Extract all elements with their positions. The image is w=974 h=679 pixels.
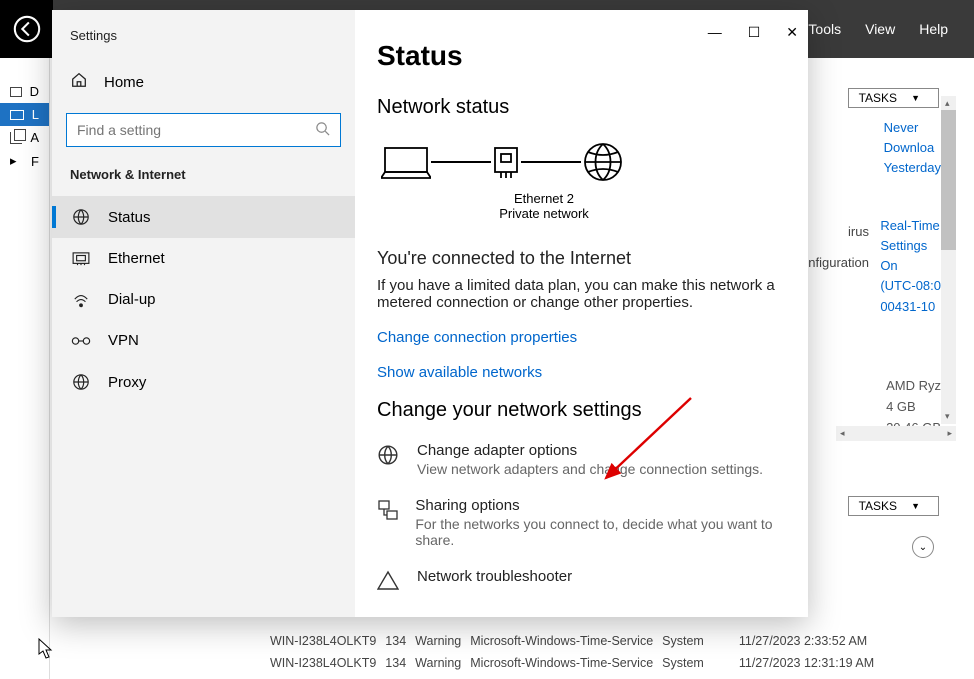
pc-icon bbox=[381, 144, 431, 180]
close-button[interactable]: ✕ bbox=[786, 24, 798, 41]
status-icon bbox=[70, 208, 92, 226]
settings-sidebar: Settings Home Network & Internet Status … bbox=[52, 10, 355, 617]
vpn-icon bbox=[70, 334, 92, 348]
event-table: WIN-I238L4OLKT9134WarningMicrosoft-Windo… bbox=[270, 630, 874, 674]
tasks-button-1[interactable]: TASKS▼ bbox=[848, 88, 939, 108]
dialup-icon bbox=[70, 292, 92, 308]
warning-icon bbox=[377, 568, 401, 595]
table-row[interactable]: WIN-I238L4OLKT9134WarningMicrosoft-Windo… bbox=[270, 652, 874, 674]
section-title: Network status bbox=[377, 96, 788, 119]
sm-nav-local[interactable]: L bbox=[0, 103, 49, 126]
settings-title: Settings bbox=[52, 28, 355, 43]
opt-adapter[interactable]: Change adapter options View network adap… bbox=[377, 442, 788, 477]
search-input[interactable] bbox=[66, 113, 341, 147]
sm-sidebar: D L A ▸F bbox=[0, 58, 50, 679]
page-title: Status bbox=[377, 40, 788, 72]
minimize-button[interactable]: — bbox=[708, 24, 722, 41]
back-button[interactable] bbox=[0, 0, 53, 58]
nav-dialup[interactable]: Dial-up bbox=[52, 279, 355, 320]
cursor-icon bbox=[38, 638, 54, 660]
link-show-networks[interactable]: Show available networks bbox=[377, 364, 788, 381]
link-download[interactable]: Downloa bbox=[884, 138, 941, 158]
sm-labels: irus nfiguration bbox=[808, 216, 869, 278]
maximize-button[interactable]: ☐ bbox=[748, 24, 761, 41]
diagram-labels: Ethernet 2 Private network bbox=[489, 191, 599, 221]
globe-icon bbox=[377, 442, 401, 477]
menu-view[interactable]: View bbox=[865, 21, 895, 37]
link-tz[interactable]: (UTC-08:0 bbox=[880, 276, 941, 296]
home-button[interactable]: Home bbox=[52, 43, 355, 113]
sm-links-2: Real-Time Settings On (UTC-08:0 00431-10 bbox=[880, 216, 941, 317]
adapter-icon bbox=[491, 144, 521, 180]
opt-troubleshooter[interactable]: Network troubleshooter bbox=[377, 568, 788, 595]
nav-proxy[interactable]: Proxy bbox=[52, 361, 355, 403]
proxy-icon bbox=[70, 373, 92, 391]
nav-ethernet[interactable]: Ethernet bbox=[52, 238, 355, 279]
nav-status[interactable]: Status bbox=[52, 196, 355, 238]
link-conn-props[interactable]: Change connection properties bbox=[377, 329, 788, 346]
opt-sharing[interactable]: Sharing options For the networks you con… bbox=[377, 497, 788, 548]
scrollbar-h[interactable]: ◂▸ bbox=[836, 426, 956, 441]
link-settings[interactable]: Settings bbox=[880, 236, 941, 256]
connected-header: You're connected to the Internet bbox=[377, 245, 788, 271]
link-never[interactable]: Never bbox=[884, 118, 941, 138]
globe-icon bbox=[581, 141, 625, 183]
section-header: Network & Internet bbox=[52, 167, 355, 196]
menu-bar: Tools View Help bbox=[808, 21, 974, 37]
network-diagram bbox=[381, 141, 788, 183]
menu-tools[interactable]: Tools bbox=[808, 21, 841, 37]
window-controls: — ☐ ✕ bbox=[708, 24, 798, 41]
link-realtime[interactable]: Real-Time bbox=[880, 216, 941, 236]
expand-button[interactable]: ⌄ bbox=[912, 536, 934, 558]
table-row[interactable]: WIN-I238L4OLKT9134WarningMicrosoft-Windo… bbox=[270, 630, 874, 652]
change-settings-header: Change your network settings bbox=[377, 399, 788, 422]
nav-vpn[interactable]: VPN bbox=[52, 320, 355, 361]
search-icon bbox=[315, 121, 330, 140]
search-field[interactable] bbox=[77, 122, 315, 138]
menu-help[interactable]: Help bbox=[919, 21, 948, 37]
sharing-icon bbox=[377, 497, 399, 548]
sm-nav-all[interactable]: A bbox=[0, 126, 49, 149]
link-yesterday[interactable]: Yesterday bbox=[884, 158, 941, 178]
link-on[interactable]: On bbox=[880, 256, 941, 276]
home-icon bbox=[70, 71, 88, 93]
sm-nav-dashboard[interactable]: D bbox=[0, 80, 49, 103]
sm-links-1: Never Downloa Yesterday bbox=[884, 118, 941, 178]
connected-body: If you have a limited data plan, you can… bbox=[377, 277, 788, 311]
tasks-button-2[interactable]: TASKS▼ bbox=[848, 496, 939, 516]
ethernet-icon bbox=[70, 252, 92, 266]
sm-nav-file[interactable]: ▸F bbox=[0, 149, 49, 173]
settings-window: — ☐ ✕ Settings Home Network & Internet S… bbox=[52, 10, 808, 617]
link-pid[interactable]: 00431-10 bbox=[880, 297, 941, 317]
settings-content: Status Network status Ethernet 2 Private… bbox=[355, 10, 808, 617]
scrollbar-v[interactable]: ▴ ▾ bbox=[941, 96, 956, 424]
